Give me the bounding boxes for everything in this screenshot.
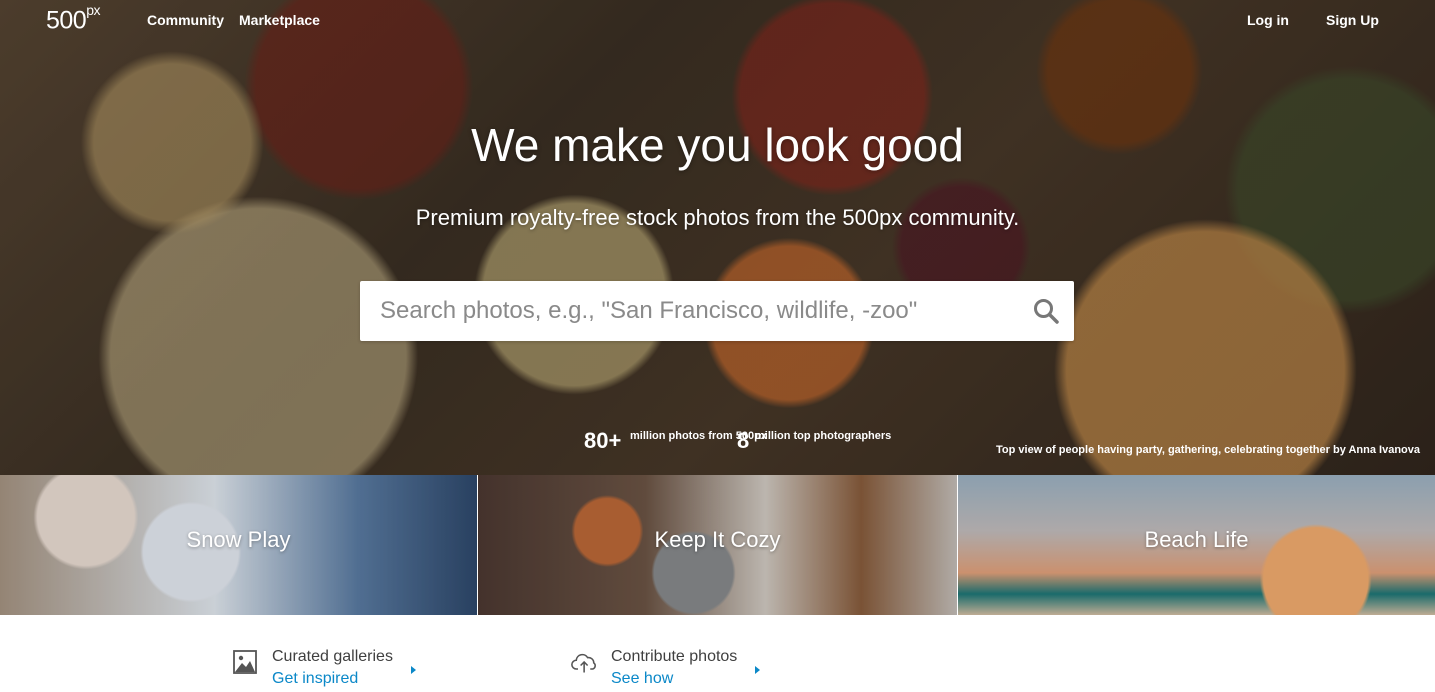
feature-curated-galleries[interactable]: Curated galleries Get inspired xyxy=(232,646,422,690)
logo-text: 500 xyxy=(46,6,87,35)
stat-photos-number: 80+ xyxy=(584,428,622,453)
hero-headline: We make you look good xyxy=(471,119,964,171)
stat-photos-description: million photos from 500px xyxy=(630,430,767,442)
category-tile-keep-it-cozy[interactable]: Keep It Cozy xyxy=(478,475,957,615)
signup-link[interactable]: Sign Up xyxy=(1326,12,1379,28)
photo-credit[interactable]: Top view of people having party, gatheri… xyxy=(996,444,1420,456)
top-navigation: 500px Community Marketplace Log in Sign … xyxy=(0,0,1435,40)
chevron-right-icon xyxy=(755,666,760,674)
feature-contribute-photos[interactable]: Contribute photos See how xyxy=(571,646,766,690)
chevron-right-icon xyxy=(411,666,416,674)
get-inspired-link[interactable]: Get inspired xyxy=(272,670,358,688)
nav-community-link[interactable]: Community xyxy=(147,12,224,28)
500px-logo[interactable]: 500px xyxy=(46,2,101,35)
category-tile-snow-play[interactable]: Snow Play xyxy=(0,475,477,615)
nav-marketplace-link[interactable]: Marketplace xyxy=(239,12,320,28)
search-box xyxy=(360,281,1074,341)
search-input[interactable] xyxy=(360,281,1020,341)
gallery-icon xyxy=(233,650,257,674)
features-section: Curated galleries Get inspired Contribut… xyxy=(0,615,1435,692)
category-label: Snow Play xyxy=(186,527,291,552)
search-icon xyxy=(1034,299,1059,324)
stat-photographers-description: million top photographers xyxy=(755,430,892,442)
login-link[interactable]: Log in xyxy=(1247,12,1289,28)
category-label: Keep It Cozy xyxy=(654,527,781,552)
search-button[interactable] xyxy=(1032,297,1060,325)
stat-photographers-number: 8 xyxy=(737,428,750,453)
see-how-link[interactable]: See how xyxy=(611,670,673,688)
hero-subheadline: Premium royalty-free stock photos from t… xyxy=(415,205,1020,230)
hero-banner: 500px Community Marketplace Log in Sign … xyxy=(0,0,1435,475)
feature-title: Contribute photos xyxy=(611,648,738,665)
category-tiles: Snow Play Keep It Cozy Beach Life xyxy=(0,475,1435,615)
logo-suffix: px xyxy=(86,2,101,18)
cloud-upload-icon xyxy=(571,653,596,673)
category-tile-beach-life[interactable]: Beach Life xyxy=(958,475,1435,615)
feature-title: Curated galleries xyxy=(272,648,393,665)
category-label: Beach Life xyxy=(1144,527,1249,552)
